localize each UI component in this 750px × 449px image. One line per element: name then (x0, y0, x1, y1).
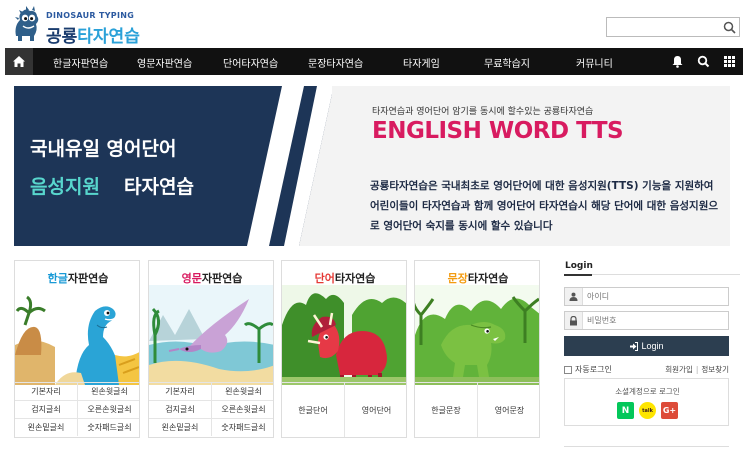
kakao-login-button[interactable]: talk (639, 402, 656, 419)
card-link[interactable]: 기본자리 (15, 382, 78, 400)
nav-item-community[interactable]: 커뮤니티 (576, 55, 613, 70)
search-icon[interactable] (723, 21, 736, 34)
nav-item-worksheets[interactable]: 무료학습지 (484, 55, 530, 70)
trex-illustration (415, 285, 539, 385)
banner-stripes-graphic (247, 86, 332, 246)
main-nav: 한글자판연습 영문자판연습 단어타자연습 문장타자연습 타자게임 무료학습지 커… (5, 48, 743, 75)
card-link[interactable]: 영어문장 (478, 383, 539, 437)
site-logo[interactable]: DINOSAUR TYPING 공룡타자연습 (12, 6, 152, 47)
grid-icon[interactable] (723, 55, 736, 68)
card-links: 한글문장 영어문장 (415, 382, 539, 437)
user-icon (565, 288, 583, 305)
nav-item-typing-game[interactable]: 타자게임 (403, 55, 440, 70)
login-panel: Login Login 자동로그인 회원가입|정보찾기 소셜계정으로 로그 (564, 260, 740, 449)
login-title: Login (565, 261, 593, 271)
card-link[interactable]: 한글문장 (415, 383, 478, 437)
search-icon[interactable] (697, 55, 710, 68)
card-link[interactable]: 왼손밑글쇠 (15, 418, 78, 436)
login-divider (564, 274, 740, 276)
banner-headline-1: 국내유일 영어단어 (30, 138, 177, 160)
card-link[interactable]: 한글단어 (282, 383, 345, 437)
card-link[interactable]: 오른손윗글쇠 (78, 400, 139, 418)
card-title-rest: 타자연습 (334, 272, 376, 285)
card-link[interactable]: 기본자리 (149, 382, 212, 400)
auto-login-label: 자동로그인 (575, 365, 612, 374)
card-title: 문장타자연습 (415, 270, 539, 286)
card-link[interactable]: 영어단어 (345, 383, 406, 437)
card-links: 기본자리 왼손윗글쇠 검지글쇠 오른손윗글쇠 왼손밑글쇠 숫자패드글쇠 (149, 382, 273, 436)
sign-in-icon (630, 341, 639, 351)
card-link[interactable]: 왼손윗글쇠 (78, 382, 139, 400)
card-title: 단어타자연습 (282, 270, 406, 286)
lock-icon (565, 312, 583, 329)
password-field (564, 311, 729, 330)
naver-login-button[interactable]: N (617, 402, 634, 419)
card-link[interactable]: 왼손밑글쇠 (149, 418, 212, 436)
card-korean-keyboard[interactable]: 한글자판연습 기본자리 왼손윗글쇠 검지글쇠 오른손윗글쇠 왼손밑글쇠 숫자패드… (14, 260, 140, 438)
card-link[interactable]: 숫자패드글쇠 (78, 418, 139, 436)
nav-item-word-typing[interactable]: 단어타자연습 (223, 55, 278, 70)
card-links: 한글단어 영어단어 (282, 382, 406, 437)
logo-title-b: 타자연습 (77, 27, 140, 47)
card-title-highlight: 단어 (314, 272, 335, 285)
google-login-button[interactable]: G+ (661, 402, 678, 419)
card-link[interactable]: 숫자패드글쇠 (212, 418, 273, 436)
login-button[interactable]: Login (564, 336, 729, 356)
logo-title-a: 공룡 (46, 27, 78, 47)
join-link[interactable]: 회원가입 (665, 365, 693, 374)
logo-title: 공룡타자연습 (46, 22, 140, 47)
username-field (564, 287, 729, 306)
banner-headline-2: 타자연습 (124, 176, 194, 198)
card-english-keyboard[interactable]: 영문자판연습 기본자리 왼손윗글쇠 검지글쇠 오른손윗글쇠 왼손밑글쇠 숫자패드… (148, 260, 274, 438)
card-word-typing[interactable]: 단어타자연습 한글단어 영어단어 (281, 260, 407, 438)
logo-subtitle: DINOSAUR TYPING (46, 11, 135, 20)
header-search (606, 17, 740, 40)
triceratops-illustration (282, 285, 406, 385)
bell-icon[interactable] (671, 55, 684, 68)
card-title: 한글자판연습 (15, 270, 139, 286)
banner-subtitle: 타자연습과 영어단어 암기를 동시에 할수있는 공룡타자연습 (372, 107, 594, 117)
card-title-highlight: 문장 (447, 272, 468, 285)
nav-home[interactable] (5, 48, 33, 75)
auto-login-checkbox[interactable] (564, 365, 572, 374)
dinosaur-mascot-icon (15, 6, 39, 41)
banner-title: ENGLISH WORD TTS (372, 118, 624, 144)
card-title-rest: 자판연습 (67, 272, 109, 285)
username-input[interactable] (587, 289, 725, 304)
social-login-label: 소셜계정으로 로그인 (615, 387, 680, 396)
nav-item-sentence-typing[interactable]: 문장타자연습 (308, 55, 363, 70)
search-input[interactable] (607, 21, 717, 40)
social-login: 소셜계정으로 로그인 N talk G+ (564, 378, 729, 426)
find-account-link[interactable]: 정보찾기 (701, 365, 729, 374)
card-sentence-typing[interactable]: 문장타자연습 한글문장 영어문장 (414, 260, 540, 438)
card-title: 영문자판연습 (149, 270, 273, 286)
banner-headline-accent: 음성지원 (30, 176, 100, 198)
login-button-label: Login (641, 341, 664, 351)
promo-banner[interactable]: 국내유일 영어단어 음성지원 타자연습 타자연습과 영어단어 암기를 동시에 할… (14, 86, 730, 246)
card-title-highlight: 영문 (181, 272, 202, 285)
nav-item-korean-keyboard[interactable]: 한글자판연습 (53, 55, 108, 70)
card-link[interactable]: 검지글쇠 (149, 400, 212, 418)
banner-description: 공룡타자연습은 국내최초로 영어단어에 대한 음성지원(TTS) 기능을 지원하… (370, 180, 719, 232)
password-input[interactable] (587, 313, 725, 328)
card-title-rest: 타자연습 (467, 272, 509, 285)
auto-login[interactable]: 자동로그인 (564, 364, 612, 375)
login-bottom-divider (564, 446, 729, 447)
dinosaur-illustration (15, 285, 139, 385)
card-title-highlight: 한글 (47, 272, 68, 285)
nav-item-english-keyboard[interactable]: 영문자판연습 (137, 55, 192, 70)
card-link[interactable]: 왼손윗글쇠 (212, 382, 273, 400)
banner-left-panel: 국내유일 영어단어 음성지원 타자연습 (14, 86, 332, 246)
card-title-rest: 자판연습 (201, 272, 243, 285)
account-links: 회원가입 | 정보찾기 (665, 365, 729, 374)
card-links: 기본자리 왼손윗글쇠 검지글쇠 오른손윗글쇠 왼손밑글쇠 숫자패드글쇠 (15, 382, 139, 436)
pterodactyl-illustration (149, 285, 273, 385)
card-link[interactable]: 오른손윗글쇠 (212, 400, 273, 418)
page: DINOSAUR TYPING 공룡타자연습 한글자판연습 영문자판연습 단어타… (0, 0, 750, 449)
card-link[interactable]: 검지글쇠 (15, 400, 78, 418)
home-icon (13, 56, 25, 67)
